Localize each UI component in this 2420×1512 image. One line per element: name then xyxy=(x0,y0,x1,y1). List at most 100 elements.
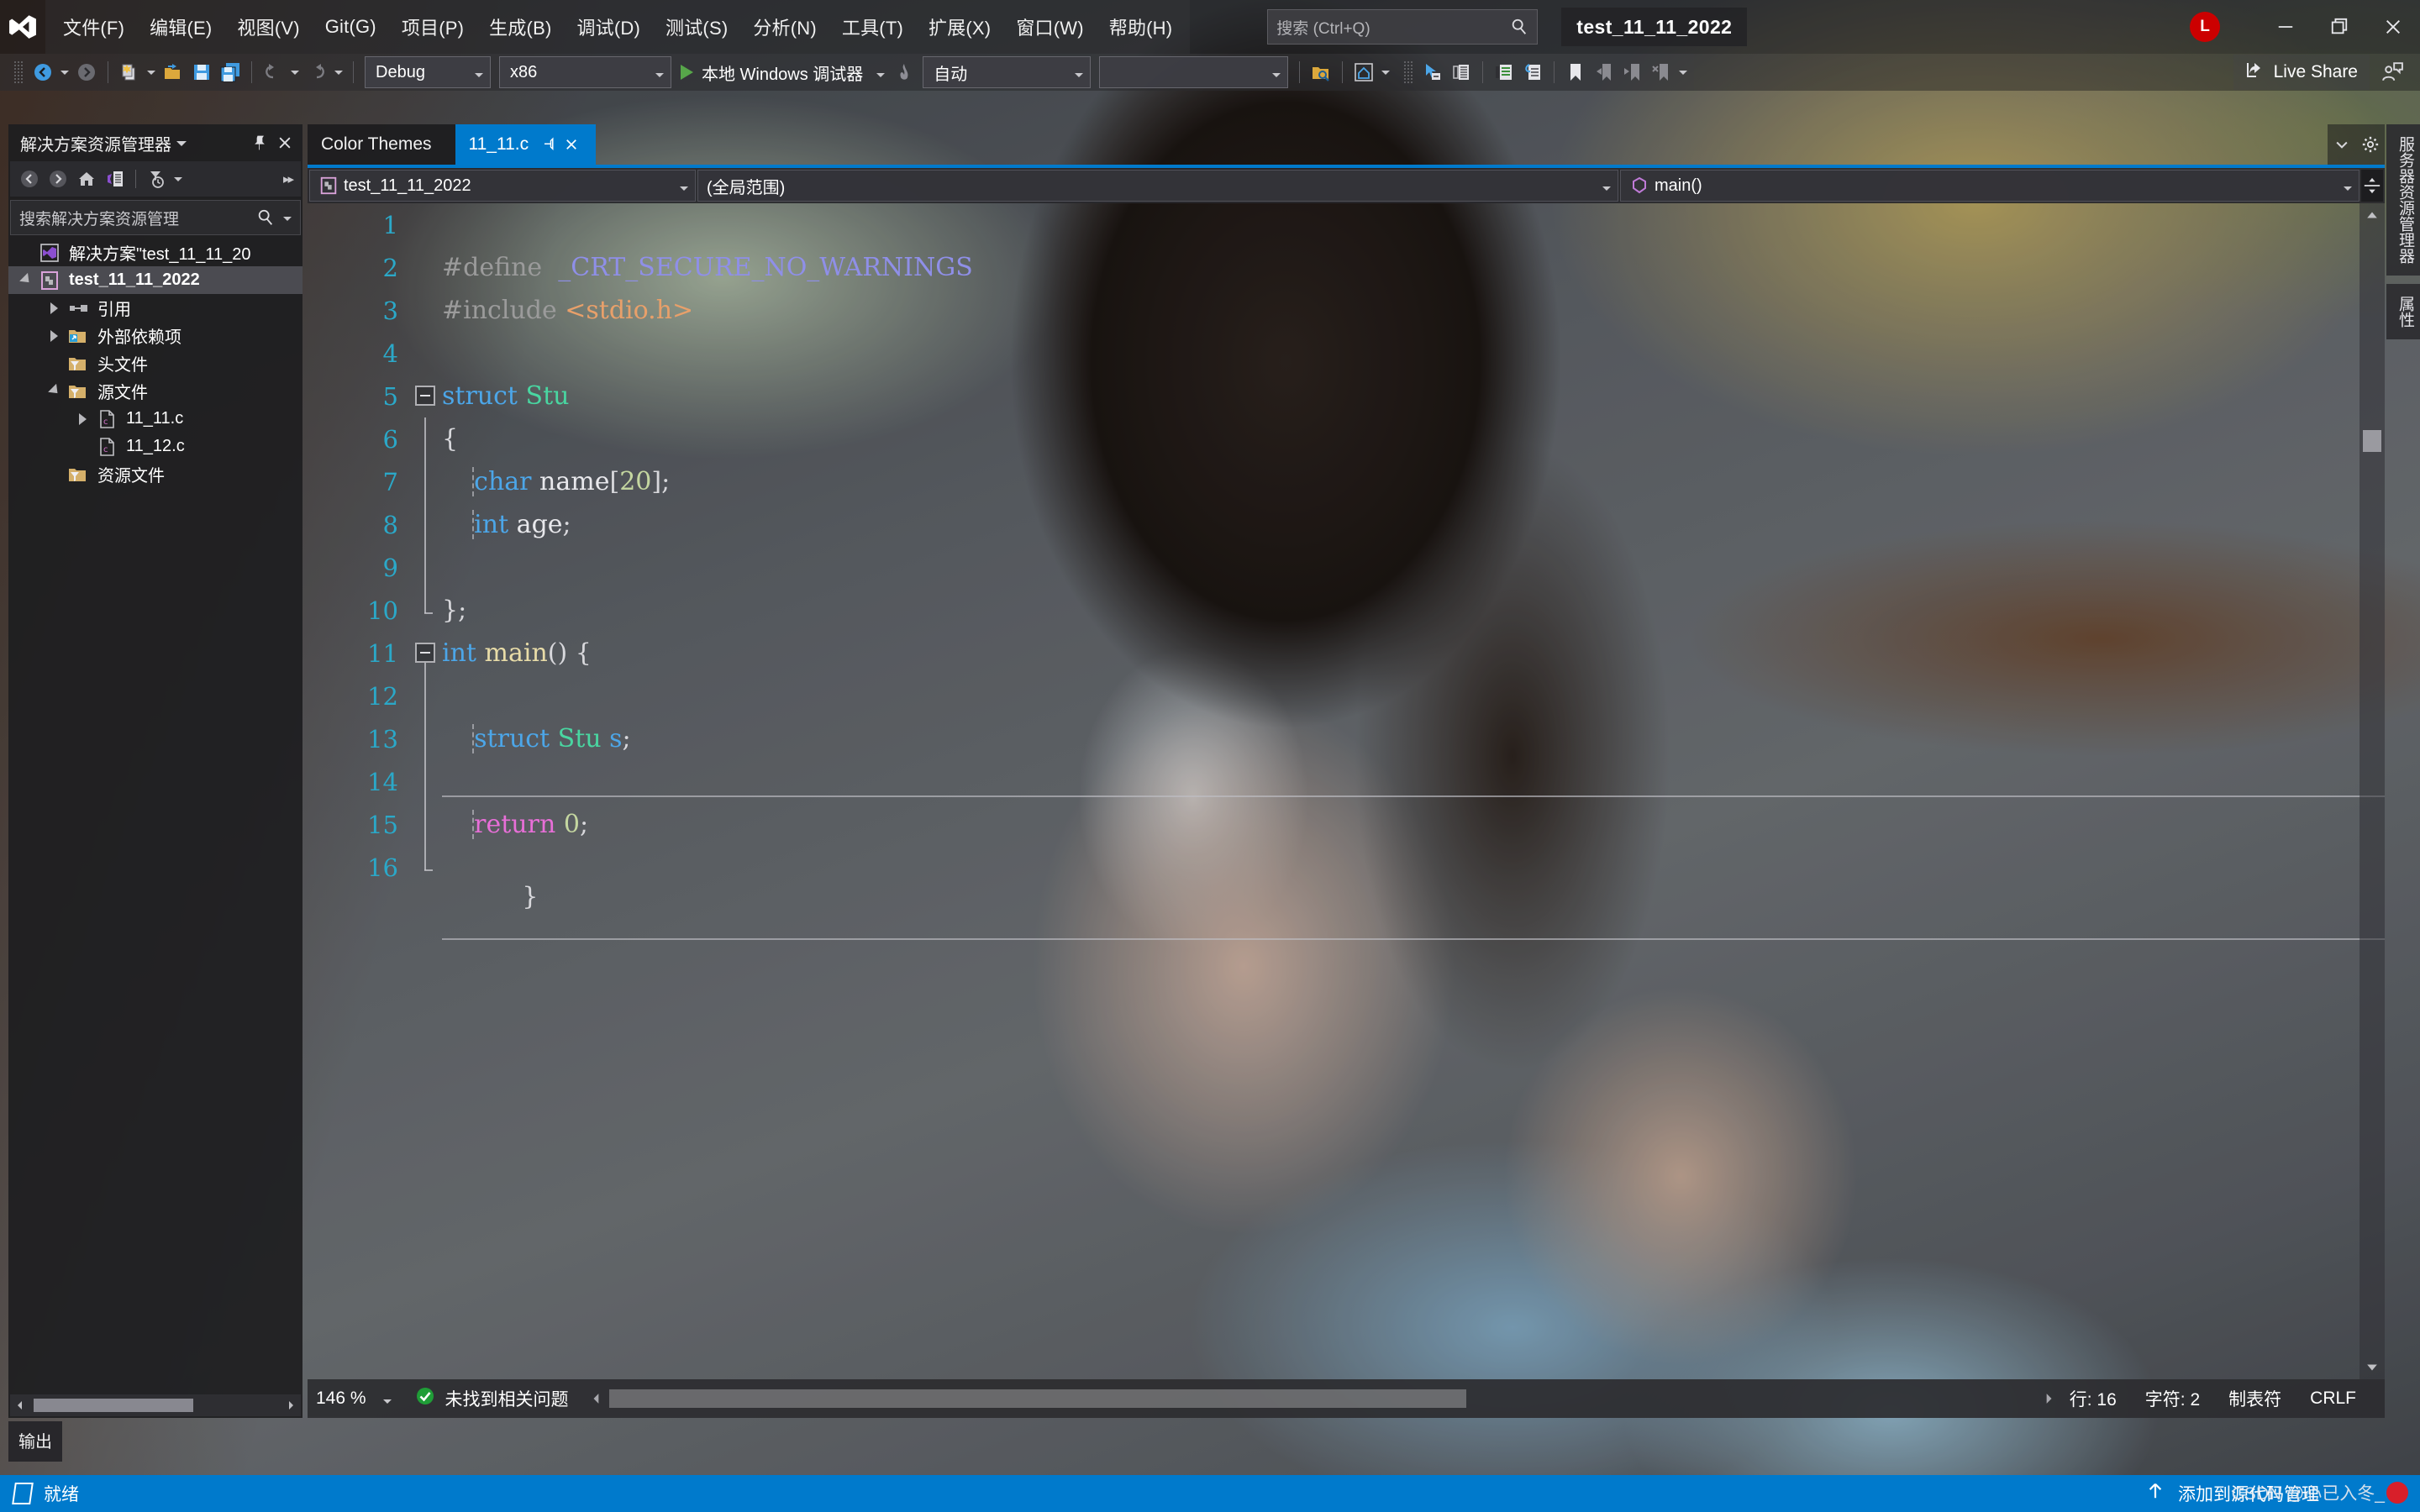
pin-icon[interactable] xyxy=(247,129,272,157)
menu-project[interactable]: 项目(P) xyxy=(389,7,476,47)
switch-views-icon[interactable] xyxy=(101,165,129,193)
tree-item-resource-files[interactable]: 资源文件 xyxy=(8,460,302,488)
twisty-collapsed[interactable] xyxy=(44,294,66,322)
glyph-margin[interactable] xyxy=(410,632,442,675)
code-line[interactable]: 11 int main() { xyxy=(308,632,2385,675)
code-line[interactable]: 5 struct Stu xyxy=(308,375,2385,417)
global-search-input[interactable]: 搜索 (Ctrl+Q) xyxy=(1267,9,1538,45)
forward-icon[interactable] xyxy=(44,165,72,193)
new-file-icon[interactable] xyxy=(115,56,144,88)
solution-home-icon[interactable] xyxy=(1349,56,1378,88)
settings-gear-icon[interactable] xyxy=(2356,124,2385,165)
code-line[interactable]: 2 #define _CRT_SECURE_NO_WARNINGS xyxy=(308,246,2385,289)
close-button[interactable] xyxy=(2366,0,2420,54)
minimize-button[interactable] xyxy=(2259,0,2312,54)
navigate-back-icon[interactable] xyxy=(29,56,57,88)
pin-tab-icon[interactable] xyxy=(539,134,560,155)
menu-window[interactable]: 窗口(W) xyxy=(1003,7,1096,47)
code-line[interactable]: 13 struct Stu s; xyxy=(308,717,2385,760)
tree-item-header-files[interactable]: 头文件 xyxy=(8,349,302,377)
tree-item-source-files[interactable]: 源文件 xyxy=(8,377,302,405)
code-line[interactable]: 7 char name[20]; xyxy=(308,460,2385,503)
editor-horizontal-scrollbar[interactable] xyxy=(584,1379,2061,1418)
start-debugging-button[interactable]: 本地 Windows 调试器 xyxy=(676,56,890,88)
redo-dropdown[interactable] xyxy=(331,56,346,88)
menu-edit[interactable]: 编辑(E) xyxy=(137,7,224,47)
uncomment-icon[interactable] xyxy=(1518,56,1547,88)
code-line-current[interactable]: 16 } xyxy=(308,846,2385,889)
next-bookmark-icon[interactable] xyxy=(1618,56,1647,88)
glyph-margin[interactable] xyxy=(410,375,442,417)
toolbar-overflow-button[interactable] xyxy=(1676,56,1691,88)
glyph-margin[interactable] xyxy=(410,546,442,589)
close-icon[interactable] xyxy=(272,129,297,157)
scrollbar-thumb[interactable] xyxy=(609,1389,1466,1408)
tab-11-11-c[interactable]: 11_11.c xyxy=(455,124,597,165)
glyph-margin[interactable] xyxy=(410,717,442,760)
tree-item-file-11-11-c[interactable]: c 11_11.c xyxy=(8,405,302,433)
window-layout-icon[interactable] xyxy=(1447,56,1476,88)
code-line[interactable]: 9 xyxy=(308,546,2385,589)
glyph-margin[interactable] xyxy=(410,417,442,460)
scroll-left-icon[interactable] xyxy=(10,1396,30,1415)
twisty-expanded[interactable] xyxy=(44,377,66,405)
tree-item-file-11-12-c[interactable]: c 11_12.c xyxy=(8,433,302,460)
redo-icon[interactable] xyxy=(302,56,331,88)
scroll-right-icon[interactable] xyxy=(281,1396,301,1415)
find-in-files-icon[interactable] xyxy=(1307,56,1335,88)
save-all-icon[interactable] xyxy=(216,56,245,88)
eol-status[interactable]: CRLF xyxy=(2310,1389,2356,1409)
undo-icon[interactable] xyxy=(259,56,287,88)
tree-item-references[interactable]: 引用 xyxy=(8,294,302,322)
glyph-margin[interactable] xyxy=(410,503,442,546)
send-feedback-icon[interactable] xyxy=(2370,54,2415,91)
navbar-member-dropdown[interactable]: main() xyxy=(1620,170,2360,202)
restore-button[interactable] xyxy=(2312,0,2366,54)
scrollbar-thumb[interactable] xyxy=(34,1399,193,1412)
code-line[interactable]: 3 #include <stdio.h> xyxy=(308,289,2385,332)
tree-item-solution[interactable]: 解决方案"test_11_11_20 xyxy=(8,239,302,266)
comment-icon[interactable] xyxy=(1490,56,1518,88)
split-view-icon[interactable] xyxy=(2361,170,2383,202)
twisty-collapsed[interactable] xyxy=(72,405,94,433)
glyph-margin[interactable] xyxy=(410,760,442,803)
filter-dropdown[interactable] xyxy=(171,163,186,195)
zoom-level-dropdown[interactable]: 146 % xyxy=(308,1379,400,1418)
solution-explorer-overflow[interactable]: ▸▸ xyxy=(283,171,296,186)
scroll-left-icon[interactable] xyxy=(584,1383,609,1415)
pending-changes-filter-icon[interactable] xyxy=(142,165,171,193)
glyph-margin[interactable] xyxy=(410,675,442,717)
bookmark-icon[interactable] xyxy=(1561,56,1590,88)
scrollbar-thumb[interactable] xyxy=(2363,430,2381,452)
fold-collapse-icon[interactable] xyxy=(415,643,435,663)
account-avatar[interactable]: L xyxy=(2190,12,2220,42)
toolbar-grip[interactable] xyxy=(13,60,24,84)
home-icon[interactable] xyxy=(72,165,101,193)
tab-properties[interactable]: 属性 xyxy=(2386,284,2420,339)
scroll-down-icon[interactable] xyxy=(2360,1356,2385,1379)
scrollbar-track[interactable] xyxy=(609,1383,2036,1415)
code-line[interactable]: 1 xyxy=(308,203,2385,246)
menu-tools[interactable]: 工具(T) xyxy=(829,7,916,47)
chevron-down-icon[interactable] xyxy=(176,135,187,150)
chevron-down-icon[interactable] xyxy=(2328,124,2356,165)
open-file-icon[interactable] xyxy=(159,56,187,88)
menu-git[interactable]: Git(G) xyxy=(313,9,389,45)
glyph-margin[interactable] xyxy=(410,846,442,889)
solution-home-dropdown[interactable] xyxy=(1378,56,1393,88)
menu-debug[interactable]: 调试(D) xyxy=(564,7,653,47)
issue-status[interactable]: 未找到相关问题 xyxy=(400,1386,584,1411)
glyph-margin[interactable] xyxy=(410,460,442,503)
undo-dropdown[interactable] xyxy=(287,56,302,88)
menu-test[interactable]: 测试(S) xyxy=(653,7,740,47)
prev-bookmark-icon[interactable] xyxy=(1590,56,1618,88)
output-window-tab[interactable]: 输出 xyxy=(8,1421,62,1462)
twisty-expanded[interactable] xyxy=(15,266,37,294)
menu-view[interactable]: 视图(V) xyxy=(224,7,312,47)
solution-explorer-search-input[interactable]: 搜索解决方案资源管理 xyxy=(10,200,301,235)
back-icon[interactable] xyxy=(15,165,44,193)
code-editor-surface[interactable]: 1 2 #define _CRT_SECURE_NO_WARNINGS 3 #i… xyxy=(308,203,2385,1379)
clear-bookmarks-icon[interactable] xyxy=(1647,56,1676,88)
close-tab-icon[interactable] xyxy=(560,134,582,155)
attach-dropdown[interactable] xyxy=(1099,56,1288,88)
